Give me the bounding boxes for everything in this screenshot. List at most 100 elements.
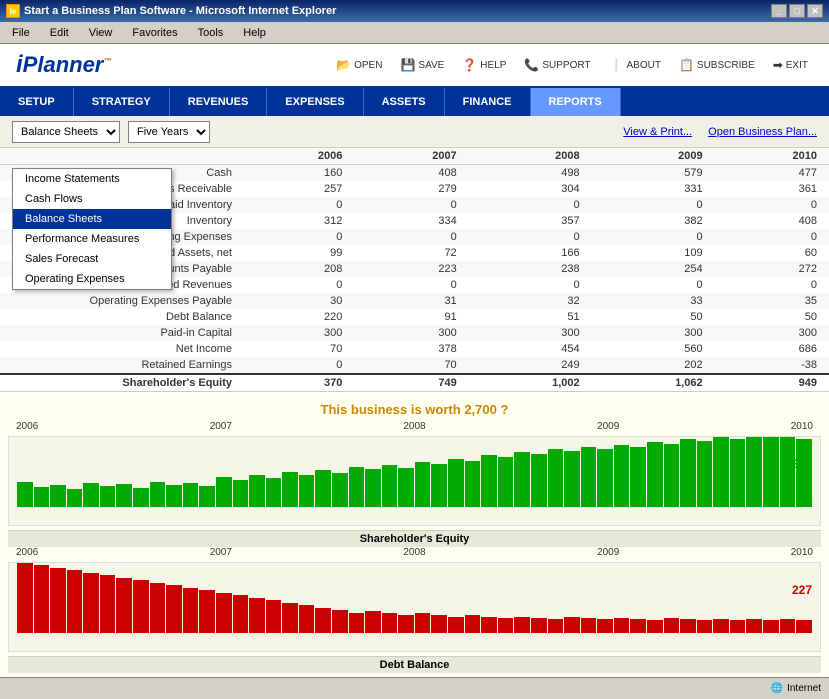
row-value: 0 [354,277,468,293]
app-logo: iPlanner™ [16,51,111,79]
menu-edit[interactable]: Edit [42,25,77,41]
period-dropdown[interactable]: Five Years [128,121,210,143]
debt-bar [349,613,365,633]
equity-bar [282,472,298,507]
total-value: 949 [715,374,829,391]
tab-revenues[interactable]: REVENUES [170,88,268,116]
debt-bar [581,618,597,633]
about-button[interactable]: ❕ ABOUT [604,55,666,75]
app-icon: ie [6,4,20,18]
equity-bar [730,439,746,507]
dropdown-item-balance[interactable]: Balance Sheets [13,209,171,229]
debt-bar [448,617,464,633]
debt-bar [564,617,580,633]
debt-bar [299,605,315,633]
maximize-button[interactable]: □ [789,4,805,18]
row-value: 50 [715,309,829,325]
open-business-plan-link[interactable]: Open Business Plan... [708,126,817,138]
row-value: 0 [592,229,715,245]
equity-bar [531,454,547,507]
debt-chart: 227 [8,562,821,652]
window-controls[interactable]: _ □ ✕ [771,4,823,18]
tab-assets[interactable]: ASSETS [364,88,445,116]
support-button[interactable]: 📞 SUPPORT [519,55,595,75]
row-value: 408 [354,165,468,182]
row-value: 72 [354,245,468,261]
app-header: iPlanner™ 📂 OPEN 💾 SAVE ❓ HELP 📞 SUPPORT… [0,44,829,88]
help-button[interactable]: ❓ HELP [457,55,511,75]
row-value: 0 [240,229,354,245]
close-button[interactable]: ✕ [807,4,823,18]
equity-bar [465,461,481,507]
table-row: Retained Earnings070249202-38 [0,357,829,374]
row-value: 498 [469,165,592,182]
window-title: Start a Business Plan Software - Microso… [24,5,336,17]
row-value: 50 [592,309,715,325]
debt-bar [249,598,265,633]
row-value: 0 [469,277,592,293]
table-row: Debt Balance22091515050 [0,309,829,325]
view-print-link[interactable]: View & Print... [623,126,692,138]
dropdown-item-operating[interactable]: Operating Expenses [13,269,171,289]
debt-bar [17,563,33,633]
equity-bar [299,475,315,507]
tab-expenses[interactable]: EXPENSES [267,88,363,116]
row-value: 312 [240,213,354,229]
row-label: Paid-in Capital [0,325,240,341]
menu-file[interactable]: File [4,25,38,41]
menu-view[interactable]: View [81,25,121,41]
debt-bar [796,620,812,633]
dropdown-item-income[interactable]: Income Statements [13,169,171,189]
row-value: 334 [354,213,468,229]
report-type-dropdown[interactable]: Balance Sheets [12,121,120,143]
debt-bar [431,615,447,633]
subscribe-button[interactable]: 📋 SUBSCRIBE [674,55,760,75]
row-value: 0 [354,229,468,245]
debt-bar [730,620,746,633]
equity-bar [780,436,796,507]
dropdown-item-performance[interactable]: Performance Measures [13,229,171,249]
menu-help[interactable]: Help [235,25,274,41]
debt-year-labels: 2006 2007 2008 2009 2010 [8,547,821,558]
col-header-2007: 2007 [354,148,468,165]
total-value: 370 [240,374,354,391]
dropdown-item-cashflows[interactable]: Cash Flows [13,189,171,209]
total-row: Shareholder's Equity3707491,0021,062949 [0,374,829,391]
row-value: 382 [592,213,715,229]
row-value: 477 [715,165,829,182]
row-label: Retained Earnings [0,357,240,374]
save-label: SAVE [418,60,444,71]
equity-bar [266,478,282,507]
dropdown-item-sales[interactable]: Sales Forecast [13,249,171,269]
equity-bar [448,459,464,507]
debt-bar [233,595,249,633]
debt-bar [531,618,547,633]
row-label: Net Income [0,341,240,357]
minimize-button[interactable]: _ [771,4,787,18]
debt-bar [746,619,762,633]
equity-chart-wrapper: 2006 2007 2008 2009 2010 1,389 Sharehold… [8,421,821,547]
debt-bar [664,618,680,633]
report-type-dropdown-menu: Income Statements Cash Flows Balance She… [12,168,172,290]
open-button[interactable]: 📂 OPEN [331,55,387,75]
menu-favorites[interactable]: Favorites [124,25,185,41]
row-value: 361 [715,181,829,197]
tab-setup[interactable]: SETUP [0,88,74,116]
tab-reports[interactable]: REPORTS [531,88,621,116]
save-button[interactable]: 💾 SAVE [395,55,449,75]
debt-bar [116,578,132,633]
debt-bar [282,603,298,633]
subscribe-label: SUBSCRIBE [697,60,755,71]
exit-button[interactable]: ➡ EXIT [768,55,813,75]
tab-finance[interactable]: FINANCE [445,88,531,116]
equity-bar [680,439,696,507]
row-value: 0 [354,197,468,213]
tab-strategy[interactable]: STRATEGY [74,88,170,116]
row-value: 579 [592,165,715,182]
menu-tools[interactable]: Tools [190,25,232,41]
debt-bar [415,613,431,633]
debt-value-label: 227 [792,583,812,597]
row-value: 166 [469,245,592,261]
row-value: 220 [240,309,354,325]
table-row: Operating Expenses Payable3031323335 [0,293,829,309]
